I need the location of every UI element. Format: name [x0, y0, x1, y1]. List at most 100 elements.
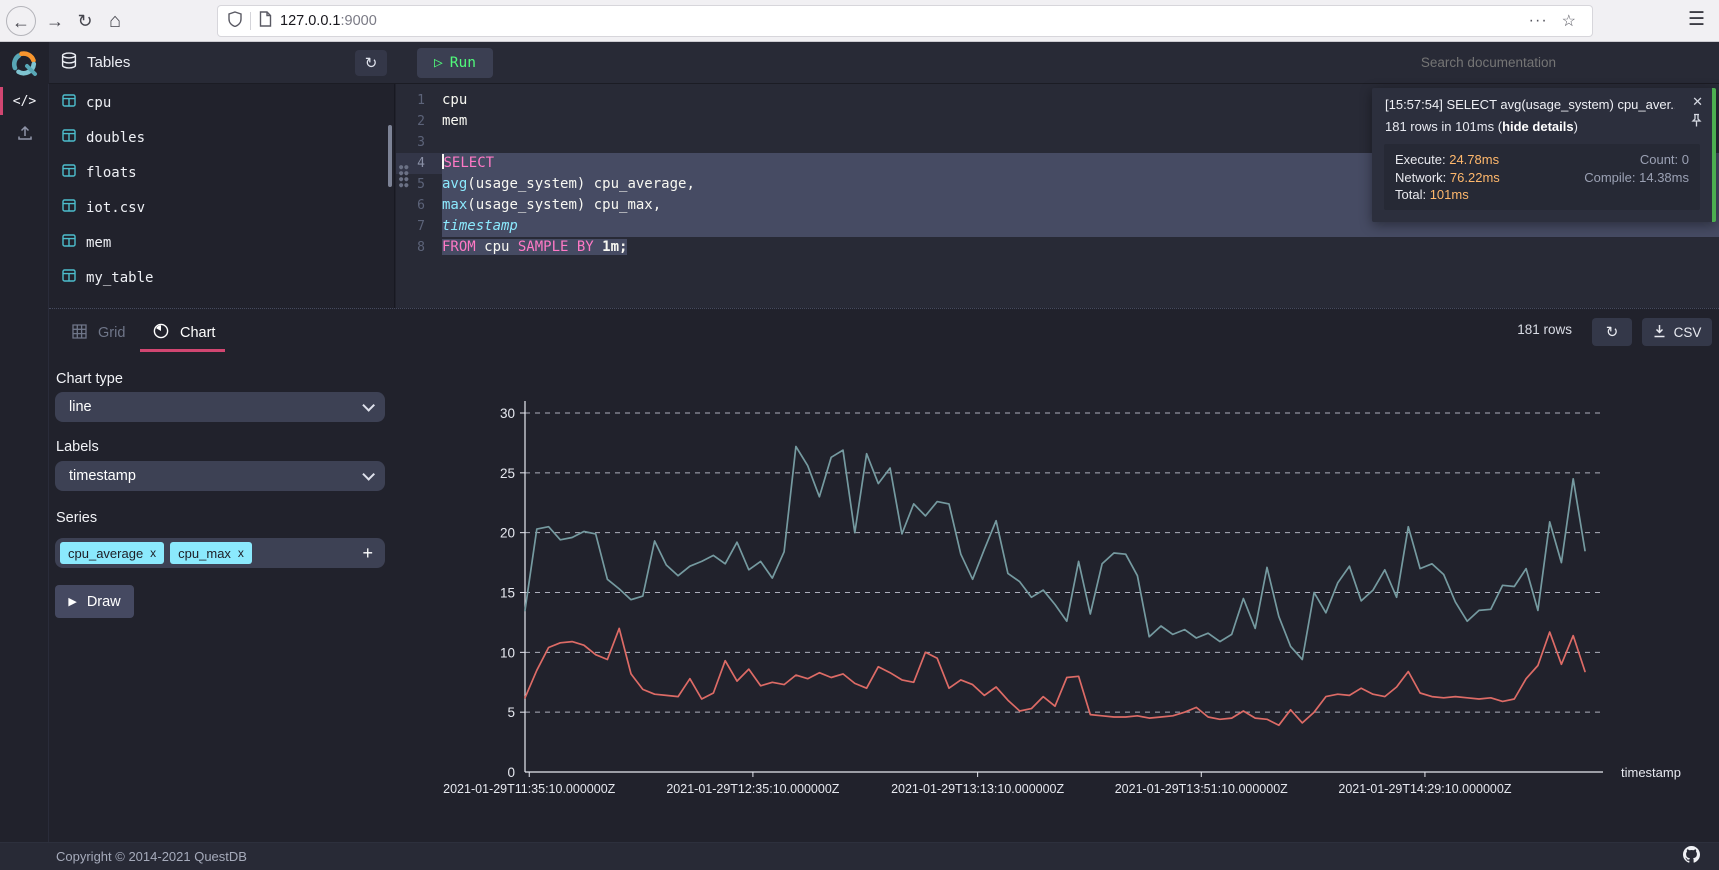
run-button[interactable]: ▷ Run [417, 48, 493, 78]
table-icon [62, 199, 76, 217]
tables-panel-header: Tables ↻ [49, 42, 395, 83]
download-icon [1653, 324, 1666, 341]
questdb-console: ← → ↻ ⌂ 127.0.0.1:9000 ··· ☆ ☰ [0, 0, 1719, 870]
search-documentation-input[interactable] [1396, 55, 1556, 70]
grid-icon [72, 324, 87, 343]
line-number: 6 [396, 195, 442, 216]
browser-back-icon[interactable]: ← [6, 6, 36, 36]
left-rail: </> [0, 84, 49, 842]
sidebar-scrollbar[interactable] [388, 125, 392, 187]
tables-panel-title: Tables [87, 54, 130, 71]
url-port: :9000 [340, 13, 376, 29]
table-list-item[interactable]: mem [49, 227, 394, 259]
line-number: 7 [396, 216, 442, 237]
pin-icon[interactable] [1690, 113, 1703, 131]
table-icon [62, 164, 76, 182]
tab-grid[interactable]: Grid [72, 316, 125, 350]
browser-home-icon[interactable]: ⌂ [100, 6, 130, 36]
svg-text:2021-01-29T12:35:10.000000Z: 2021-01-29T12:35:10.000000Z [666, 782, 839, 796]
table-list-item[interactable]: floats [49, 157, 394, 189]
url-text[interactable]: 127.0.0.1:9000 [280, 13, 377, 29]
browser-toolbar: ← → ↻ ⌂ 127.0.0.1:9000 ··· ☆ ☰ [0, 0, 1719, 42]
code-text: cpu [442, 90, 467, 111]
shield-icon[interactable] [228, 11, 242, 32]
app-footer: Copyright © 2014-2021 QuestDB [0, 842, 1719, 870]
code-line[interactable]: 8FROM cpu SAMPLE BY 1m; [396, 237, 1719, 258]
url-bar[interactable]: 127.0.0.1:9000 ··· ☆ [218, 6, 1592, 36]
bookmark-star-icon[interactable]: ☆ [1562, 11, 1576, 31]
add-series-button[interactable]: + [362, 543, 373, 564]
svg-text:timestamp: timestamp [1621, 765, 1681, 780]
browser-refresh-icon[interactable]: ↻ [70, 6, 100, 36]
series-chip[interactable]: cpu_average x [60, 542, 164, 564]
chart-type-label: Chart type [56, 371, 123, 387]
svg-text:5: 5 [507, 705, 515, 720]
compile-stat: Compile: 14.38ms [1545, 169, 1689, 187]
results-tabbar: Grid Chart 181 rows ↻ CSV [49, 309, 1719, 353]
app-header: Tables ↻ ▷ Run [0, 42, 1719, 84]
execute-stat: Execute: 24.78ms [1395, 151, 1545, 169]
table-list-item[interactable]: iot.csv [49, 192, 394, 224]
line-chart[interactable]: 5 10 15 20 25 30 0 2021-01-29T11:35:10.000000Z 2… [440, 391, 1719, 811]
svg-text:10: 10 [500, 645, 515, 660]
total-stat: Total: 101ms [1395, 186, 1545, 204]
copyright-text: Copyright © 2014-2021 QuestDB [56, 849, 247, 864]
questdb-logo[interactable] [0, 42, 49, 84]
toast-query-title: [15:57:54] SELECT avg(usage_system) cpu_… [1385, 97, 1675, 112]
chart-type-select[interactable]: line [55, 392, 385, 422]
chip-close-icon[interactable]: x [150, 546, 156, 560]
series-chip[interactable]: cpu_max x [170, 542, 252, 564]
network-stat: Network: 76.22ms [1395, 169, 1545, 187]
table-name: cpu [86, 95, 111, 111]
svg-text:30: 30 [500, 406, 515, 421]
svg-text:15: 15 [500, 586, 515, 601]
line-number: 1 [396, 90, 442, 111]
active-tab-underline [140, 349, 225, 352]
editor-toolbar: ▷ Run [395, 42, 1719, 83]
chip-close-icon[interactable]: x [238, 546, 244, 560]
code-text: mem [442, 111, 467, 132]
toast-details: Execute: 24.78ms Count: 0 Network: 76.22… [1384, 144, 1700, 210]
rail-item-import[interactable] [0, 118, 49, 152]
hide-details-link[interactable]: hide details [1502, 119, 1574, 134]
labels-select[interactable]: timestamp [55, 461, 385, 491]
database-icon [61, 52, 77, 73]
svg-text:0: 0 [507, 765, 515, 780]
table-list-item[interactable]: cpu [49, 87, 394, 119]
close-icon[interactable]: ✕ [1692, 94, 1703, 110]
rail-item-console[interactable]: </> [0, 84, 49, 118]
series-chip-label: cpu_average [68, 546, 143, 561]
table-name: my_table [86, 270, 153, 286]
table-list-item[interactable]: my_table [49, 262, 394, 294]
code-text: FROM cpu SAMPLE BY 1m; [442, 237, 627, 258]
draw-button[interactable]: ▶ Draw [55, 585, 134, 618]
series-label: Series [56, 510, 97, 526]
panel-splitter-handle[interactable]: ●●●●●●●● [399, 164, 409, 190]
table-name: iot.csv [86, 200, 145, 216]
menu-icon[interactable]: ☰ [1688, 8, 1705, 31]
csv-download-button[interactable]: CSV [1642, 318, 1712, 346]
svg-text:25: 25 [500, 466, 515, 481]
results-refresh-button[interactable]: ↻ [1592, 318, 1632, 346]
tables-panel: cpu doubles floats iot.csv mem my_table [49, 84, 395, 308]
browser-forward-icon[interactable]: → [40, 6, 70, 36]
github-icon[interactable] [1682, 845, 1701, 869]
svg-text:2021-01-29T11:35:10.000000Z: 2021-01-29T11:35:10.000000Z [443, 782, 615, 796]
table-icon [62, 129, 76, 147]
page-icon[interactable] [259, 11, 272, 32]
tables-refresh-button[interactable]: ↻ [355, 50, 387, 76]
page-actions-icon[interactable]: ··· [1529, 12, 1548, 30]
tab-chart[interactable]: Chart [153, 316, 215, 350]
run-play-icon: ▷ [434, 55, 443, 71]
chevron-down-icon [362, 399, 375, 412]
chevron-down-icon [362, 468, 375, 481]
series-input[interactable]: cpu_average x cpu_max x + [55, 538, 385, 568]
table-list-item[interactable]: doubles [49, 122, 394, 154]
table-name: mem [86, 235, 111, 251]
series-chip-label: cpu_max [178, 546, 231, 561]
table-name: doubles [86, 130, 145, 146]
draw-play-icon: ▶ [68, 595, 76, 608]
table-icon [62, 234, 76, 252]
svg-text:2021-01-29T13:13:10.000000Z: 2021-01-29T13:13:10.000000Z [891, 782, 1064, 796]
svg-text:20: 20 [500, 526, 515, 541]
